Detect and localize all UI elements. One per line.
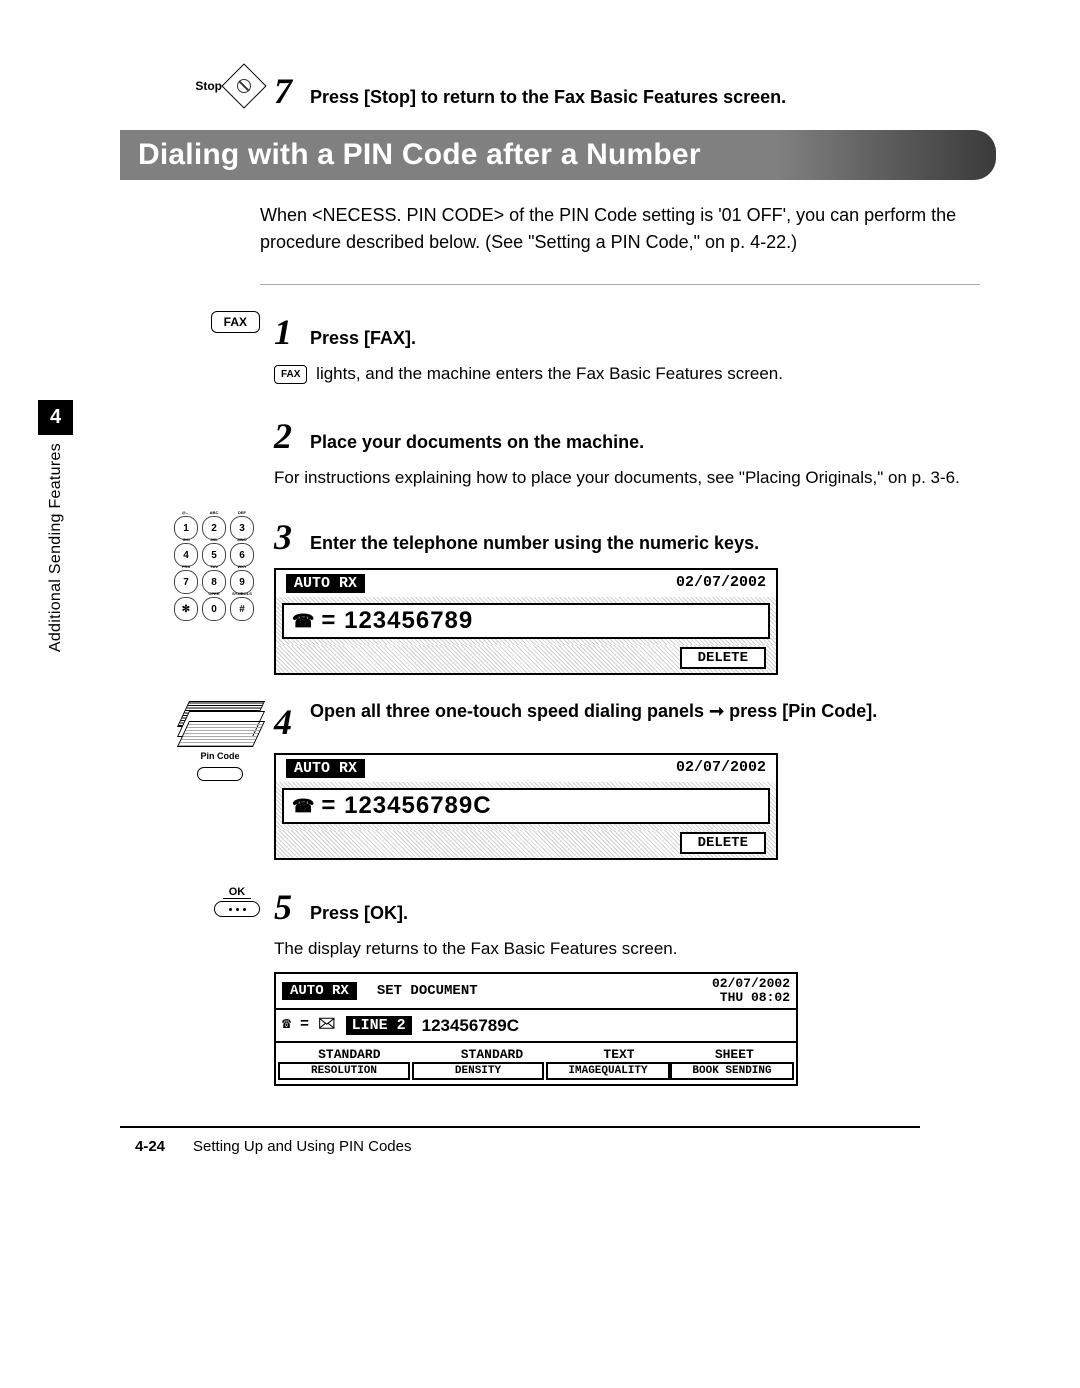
lcd4-status: AUTO RX xyxy=(286,759,365,778)
step3-head: Enter the telephone number using the num… xyxy=(310,533,759,554)
lcd5-r4-1: DENSITY xyxy=(412,1062,544,1080)
step2-head: Place your documents on the machine. xyxy=(310,432,644,453)
step3-row: 1@.-_ 2ABC 3DEF 4GHI 5JKL 6MNO 7PRS 8TUV… xyxy=(60,516,980,675)
lcd5-r3-2: TEXT xyxy=(603,1047,634,1062)
lcd5-datetime: 02/07/2002 THU 08:02 xyxy=(712,977,790,1006)
lcd5-r3-1: STANDARD xyxy=(461,1047,523,1062)
fax-key-small-icon: FAX xyxy=(274,365,307,384)
step1-sub: FAX lights, and the machine enters the F… xyxy=(274,361,980,387)
step5-number: 5 xyxy=(274,886,292,928)
numeric-keypad-icon: 1@.-_ 2ABC 3DEF 4GHI 5JKL 6MNO 7PRS 8TUV… xyxy=(174,516,260,624)
lcd4-date: 02/07/2002 xyxy=(676,759,766,778)
key-hash: #SYMBOLS xyxy=(230,597,254,621)
step2-row: 2 Place your documents on the machine. F… xyxy=(60,415,980,491)
lcd3-status: AUTO RX xyxy=(286,574,365,593)
arrow-right-icon: ➞ xyxy=(709,701,724,721)
tel-book-icon: ☎ = 🖂 xyxy=(282,1013,336,1038)
step5-sub: The display returns to the Fax Basic Fea… xyxy=(274,936,980,962)
step7-row: Stop 7 Press [Stop] to return to the Fax… xyxy=(60,70,980,112)
telephone-icon: ☎ xyxy=(292,796,315,817)
lcd3-number-box: ☎ = 123456789 xyxy=(282,603,770,639)
step5-row: OK 5 Press [OK]. The display returns to … xyxy=(60,886,980,1086)
step3-number: 3 xyxy=(274,516,292,558)
step2-number: 2 xyxy=(274,415,292,457)
pincode-label: Pin Code xyxy=(200,751,239,761)
footer: 4-24 Setting Up and Using PIN Codes xyxy=(135,1138,905,1155)
lcd4-number: = 123456789C xyxy=(321,792,491,820)
footer-title: Setting Up and Using PIN Codes xyxy=(193,1138,411,1155)
lcd3-date: 02/07/2002 xyxy=(676,574,766,593)
key-star: ✻ xyxy=(174,597,198,621)
step4-head: Open all three one-touch speed dialing p… xyxy=(310,701,877,722)
panels-icon: Pin Code xyxy=(180,701,260,781)
step1-row: FAX 1 Press [FAX]. FAX lights, and the m… xyxy=(60,311,980,387)
stop-label: Stop xyxy=(195,79,222,93)
step1-sub-text: lights, and the machine enters the Fax B… xyxy=(311,364,783,383)
intro-text: When <NECESS. PIN CODE> of the PIN Code … xyxy=(260,202,980,256)
step4-head-b: press [Pin Code]. xyxy=(724,701,877,721)
lcd-step3: AUTO RX 02/07/2002 ☎ = 123456789 DELETE xyxy=(274,568,778,675)
step1-head: Press [FAX]. xyxy=(310,328,416,349)
step2-sub: For instructions explaining how to place… xyxy=(274,465,980,491)
lcd5-line: LINE 2 xyxy=(346,1016,412,1035)
chapter-label: Additional Sending Features xyxy=(47,443,65,652)
side-tab: 4 Additional Sending Features xyxy=(38,400,73,652)
lcd3-delete: DELETE xyxy=(680,647,766,669)
lcd5-r3-3: SHEET xyxy=(715,1047,754,1062)
lcd5-number: 123456789C xyxy=(422,1016,519,1036)
key-0: 0OPER xyxy=(202,597,226,621)
lcd4-number-box: ☎ = 123456789C xyxy=(282,788,770,824)
key-7: 7PRS xyxy=(174,570,198,594)
section-title: Dialing with a PIN Code after a Number xyxy=(120,130,996,180)
ok-label: OK xyxy=(223,886,252,899)
step4-head-a: Open all three one-touch speed dialing p… xyxy=(310,701,709,721)
fax-key-icon: FAX xyxy=(211,311,260,333)
lcd5-time: THU 08:02 xyxy=(720,990,790,1005)
footer-rule xyxy=(120,1126,920,1128)
lcd5-date: 02/07/2002 xyxy=(712,976,790,991)
lcd5-r4-3: BOOK SENDING xyxy=(670,1062,794,1080)
step7-number: 7 xyxy=(274,70,292,112)
lcd3-number: = 123456789 xyxy=(321,607,473,635)
pincode-button-icon xyxy=(197,767,243,781)
lcd5-r4-0: RESOLUTION xyxy=(278,1062,410,1080)
lcd5-r4-2: IMAGEQUALITY xyxy=(546,1062,670,1080)
step1-number: 1 xyxy=(274,311,292,353)
stop-diamond-icon xyxy=(221,63,266,108)
step7-text: Press [Stop] to return to the Fax Basic … xyxy=(310,87,786,108)
step4-row: Pin Code 4 Open all three one-touch spee… xyxy=(60,701,980,860)
lcd5-status: AUTO RX xyxy=(282,982,357,1000)
step4-number: 4 xyxy=(274,701,292,743)
lcd4-delete: DELETE xyxy=(680,832,766,854)
lcd-step5: AUTO RX SET DOCUMENT 02/07/2002 THU 08:0… xyxy=(274,972,798,1087)
stop-key-icon: Stop xyxy=(195,70,260,102)
lcd5-set: SET DOCUMENT xyxy=(377,983,478,999)
step5-head: Press [OK]. xyxy=(310,903,408,924)
lcd5-r3-0: STANDARD xyxy=(318,1047,380,1062)
chapter-number: 4 xyxy=(38,400,73,435)
divider xyxy=(260,284,980,285)
ok-key-icon: OK xyxy=(214,886,260,917)
telephone-icon: ☎ xyxy=(292,611,315,632)
lcd-step4: AUTO RX 02/07/2002 ☎ = 123456789C DELETE xyxy=(274,753,778,860)
page-number: 4-24 xyxy=(135,1138,165,1155)
